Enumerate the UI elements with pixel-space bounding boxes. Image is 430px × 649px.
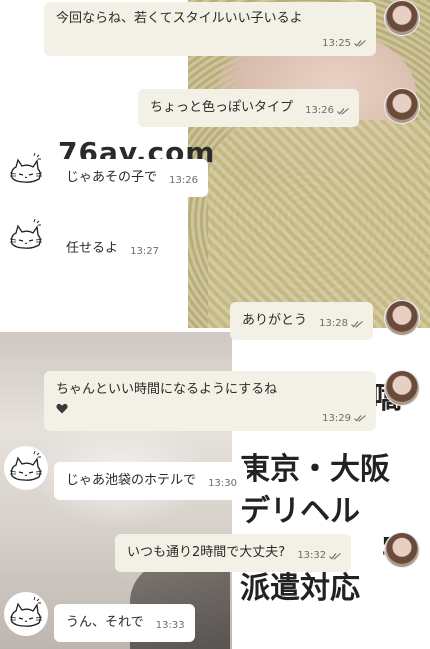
message-text: ちゃんといい時間になるようにするね [56, 382, 278, 397]
cat-doodle-icon [9, 596, 43, 627]
message-meta: 13:27 [130, 244, 159, 260]
cat-doodle-icon [9, 450, 43, 481]
message-bubble-incoming[interactable]: うん、それで 13:33 [54, 604, 195, 642]
message-bubble-outgoing[interactable]: 今回ならね、若くてスタイルいい子いるよ 13:25 [44, 2, 376, 56]
contact-avatar[interactable] [384, 370, 420, 406]
message-time: 13:27 [130, 246, 159, 257]
message-bubble-outgoing[interactable]: いつも通り2時間で大丈夫? 13:32 [115, 534, 352, 572]
message-bubble-outgoing[interactable]: ありがとう 13:28 [230, 302, 373, 340]
message-time: 13:28 [319, 318, 348, 329]
message-meta: 13:26 [305, 103, 349, 119]
message-meta: 13:33 [156, 618, 185, 634]
message-text: 今回ならね、若くてスタイルいい子いるよ [56, 11, 303, 26]
double-check-icon [354, 414, 366, 422]
cat-doodle-icon [9, 218, 43, 249]
message-bubble-incoming[interactable]: 任せるよ 13:27 [54, 230, 169, 268]
message-text: ありがとう [242, 313, 308, 328]
contact-avatar[interactable] [384, 532, 420, 568]
contact-avatar[interactable] [384, 0, 420, 36]
message-time: 13:30 [208, 478, 237, 489]
message-meta: 13:26 [169, 173, 198, 189]
ad-line-2: デリヘル [240, 494, 360, 529]
message-text: じゃあその子で [66, 170, 158, 185]
heart-icon [56, 401, 68, 414]
contact-avatar[interactable] [384, 88, 420, 124]
message-bubble-outgoing[interactable]: ちょっと色っぽいタイプ 13:26 [138, 89, 359, 127]
double-check-icon [354, 39, 366, 47]
message-meta: 13:32 [297, 548, 341, 564]
message-text: うん、それで [66, 615, 144, 630]
message-time: 13:26 [169, 175, 198, 186]
message-bubble-incoming[interactable]: じゃあ池袋のホテルで 13:30 [54, 462, 247, 500]
user-avatar[interactable] [4, 446, 48, 490]
message-time: 13:26 [305, 105, 334, 116]
message-time: 13:29 [322, 412, 351, 424]
cat-doodle-icon [9, 152, 43, 183]
message-meta: 13:25 [322, 36, 366, 52]
message-time: 13:25 [322, 37, 351, 49]
contact-avatar[interactable] [384, 300, 420, 336]
message-bubble-incoming[interactable]: じゃあその子で 13:26 [54, 159, 208, 197]
ad-line-1: 東京・大阪 [240, 452, 390, 487]
message-text: いつも通り2時間で大丈夫? [127, 545, 286, 560]
ad-line-3: 派遣対応 [240, 571, 360, 606]
message-text: じゃあ池袋のホテルで [66, 473, 197, 488]
message-time: 13:33 [155, 620, 185, 631]
double-check-icon [337, 107, 349, 115]
message-time: 13:32 [297, 550, 327, 561]
message-meta: 13:28 [319, 316, 363, 332]
double-check-icon [329, 552, 341, 560]
double-check-icon [351, 320, 363, 328]
user-avatar[interactable] [4, 148, 48, 192]
message-bubble-outgoing[interactable]: ちゃんといい時間になるようにするね 13:29 [44, 371, 376, 431]
user-avatar[interactable] [4, 592, 48, 636]
message-meta: 13:30 [208, 476, 237, 492]
user-avatar[interactable] [4, 214, 48, 258]
photo-lace-shape [208, 120, 430, 328]
message-text: 任せるよ [66, 241, 119, 256]
message-meta: 13:29 [322, 411, 366, 427]
message-text: ちょっと色っぽいタイプ [150, 100, 294, 115]
